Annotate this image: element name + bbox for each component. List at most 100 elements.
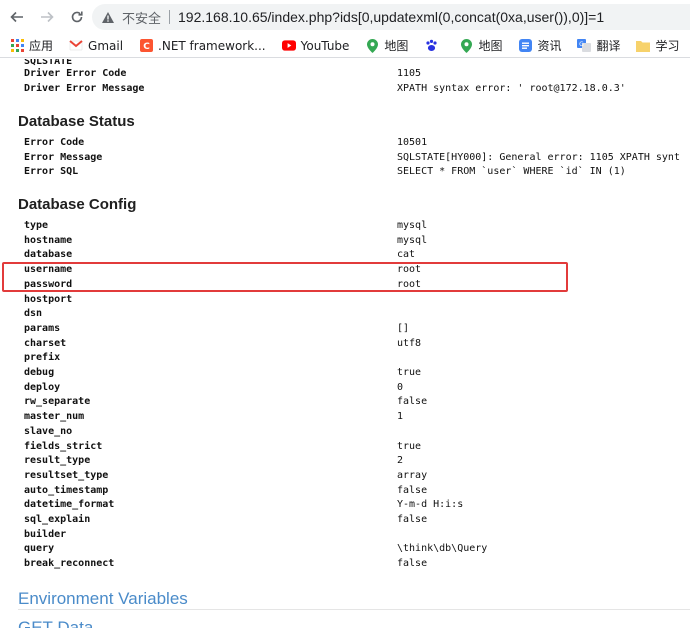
row-value: false: [397, 514, 428, 525]
maps-pin-icon: [459, 38, 473, 53]
row-key: master_num: [24, 411, 85, 423]
row-key: hostname: [24, 234, 73, 246]
kv-row-dsn: dsn: [24, 307, 690, 321]
reload-icon: [71, 11, 83, 23]
row-value: 2: [397, 455, 404, 467]
bookmark-2[interactable]: C .NET framework...: [139, 39, 266, 53]
url-text[interactable]: 192.168.10.65/index.php?ids[0,updatexml(…: [178, 9, 604, 25]
row-key: hostport: [24, 293, 73, 305]
kv-row-datetime-format: datetime_format Y-m-d H:i:s: [24, 498, 690, 512]
row-key: deploy: [24, 381, 61, 393]
row-value: true: [397, 440, 422, 452]
driver-error-code-row: Driver Error Code 1105: [24, 67, 690, 81]
kv-row-charset: charset utf8: [24, 337, 690, 351]
bookmark-label: 学习: [655, 39, 680, 53]
row-key: Error Code: [24, 137, 85, 148]
row-value: SELECT * FROM `user` WHERE `id` IN (1): [397, 166, 626, 178]
bookmark-9[interactable]: 学习: [636, 37, 680, 54]
kv-row-hostport: hostport: [24, 293, 690, 307]
bookmark-label: Gmail: [88, 38, 124, 53]
row-key: builder: [24, 528, 67, 540]
row-key: rw_separate: [24, 396, 91, 408]
bookmark-3[interactable]: YouTube: [281, 39, 349, 53]
row-value: 1105: [397, 68, 422, 79]
bookmark-8[interactable]: G 翻译: [577, 37, 620, 54]
driver-error-message-row: Driver Error Message XPATH syntax error:…: [24, 82, 690, 96]
csdn-icon: C: [139, 39, 153, 53]
address-separator: [169, 10, 171, 24]
row-key: Error Message: [24, 151, 103, 163]
warning-triangle-icon[interactable]: [100, 9, 116, 25]
row-value: array: [397, 469, 428, 481]
kv-row-error-message: Error Message SQLSTATE[HY000]: General er…: [24, 151, 690, 165]
kv-row-type: type mysql: [24, 219, 690, 233]
row-key: debug: [24, 367, 55, 378]
kv-row-auto-timestamp: auto_timestamp false: [24, 484, 690, 498]
kv-row-break-reconnect: break_reconnect false: [24, 557, 690, 571]
browser-toolbar: 不安全 192.168.10.65/index.php?ids[0,update…: [0, 0, 690, 34]
gmail-icon: [69, 39, 83, 53]
youtube-icon: [281, 39, 296, 53]
bookmark-1[interactable]: Gmail: [69, 39, 123, 53]
row-value: \think\db\Query: [397, 543, 488, 555]
kv-row-error-sql: Error SQL SELECT * FROM `user` WHERE `id`…: [24, 165, 690, 179]
environment-variables-heading[interactable]: Environment Variables: [18, 589, 188, 609]
credentials-highlight-box: [2, 262, 568, 292]
bookmark-5[interactable]: [424, 39, 443, 53]
forward-button[interactable]: [34, 4, 60, 30]
row-key: fields_strict: [24, 440, 103, 452]
baidu-paw-icon: [424, 39, 438, 53]
reload-button[interactable]: [64, 4, 90, 30]
kv-row-builder: builder: [24, 528, 690, 542]
address-bar[interactable]: 不安全 192.168.10.65/index.php?ids[0,update…: [92, 4, 690, 30]
row-key: break_reconnect: [24, 558, 115, 570]
row-value: false: [397, 484, 428, 496]
back-button[interactable]: [4, 4, 30, 30]
row-value: XPATH syntax error: ' root@172.18.0.3': [397, 83, 626, 94]
folder-icon: [636, 39, 651, 53]
kv-row-hostname: hostname mysql: [24, 234, 690, 248]
translate-icon: G: [577, 39, 592, 53]
row-key: Driver Error Code: [24, 68, 127, 79]
kv-row-resultset-type: resultset_type array: [24, 469, 690, 483]
back-arrow-icon: [10, 11, 23, 23]
row-key: Error SQL: [24, 166, 79, 178]
svg-text:G: G: [580, 41, 585, 48]
row-key: auto_timestamp: [24, 484, 109, 496]
insecure-label[interactable]: 不安全: [122, 8, 161, 27]
bookmarks-bar: 应用 Gmail C .NET framework... YouTube 地图 地图 资讯 G 翻…: [0, 34, 690, 58]
row-key: database: [24, 249, 73, 261]
kv-row-rw-separate: rw_separate false: [24, 395, 690, 409]
kv-row-fields-strict: fields_strict true: [24, 440, 690, 454]
row-value: true: [397, 367, 422, 378]
bookmark-label: 翻译: [596, 39, 621, 53]
row-key: resultset_type: [24, 469, 109, 481]
row-value: utf8: [397, 337, 422, 349]
bookmark-4[interactable]: 地图: [365, 37, 408, 54]
bookmark-label: 地图: [384, 39, 409, 53]
row-value: 10501: [397, 137, 428, 148]
kv-row-deploy: deploy 0: [24, 381, 690, 395]
row-key: datetime_format: [24, 499, 115, 511]
bookmark-7[interactable]: 资讯: [518, 37, 561, 54]
apps-grid-icon: [10, 39, 24, 53]
row-value: false: [397, 396, 428, 408]
bookmark-label: 地图: [478, 39, 503, 53]
row-key: params: [24, 322, 61, 334]
bookmark-0[interactable]: 应用: [10, 37, 53, 54]
bookmark-label: .NET framework...: [158, 38, 266, 53]
svg-text:C: C: [143, 42, 150, 52]
row-value: cat: [397, 249, 416, 261]
kv-row-params: params []: [24, 322, 690, 336]
row-key: query: [24, 543, 55, 555]
row-key: charset: [24, 337, 67, 349]
maps-pin-icon: [365, 38, 379, 53]
row-value: 1: [397, 411, 404, 423]
row-key: slave_no: [24, 425, 73, 437]
row-key: Driver Error Message: [24, 83, 145, 94]
kv-row-slave-no: slave_no: [24, 425, 690, 439]
database-config-heading: Database Config: [18, 196, 137, 213]
row-value: []: [397, 322, 410, 334]
get-data-heading[interactable]: GET Data: [18, 618, 93, 628]
bookmark-6[interactable]: 地图: [459, 37, 502, 54]
